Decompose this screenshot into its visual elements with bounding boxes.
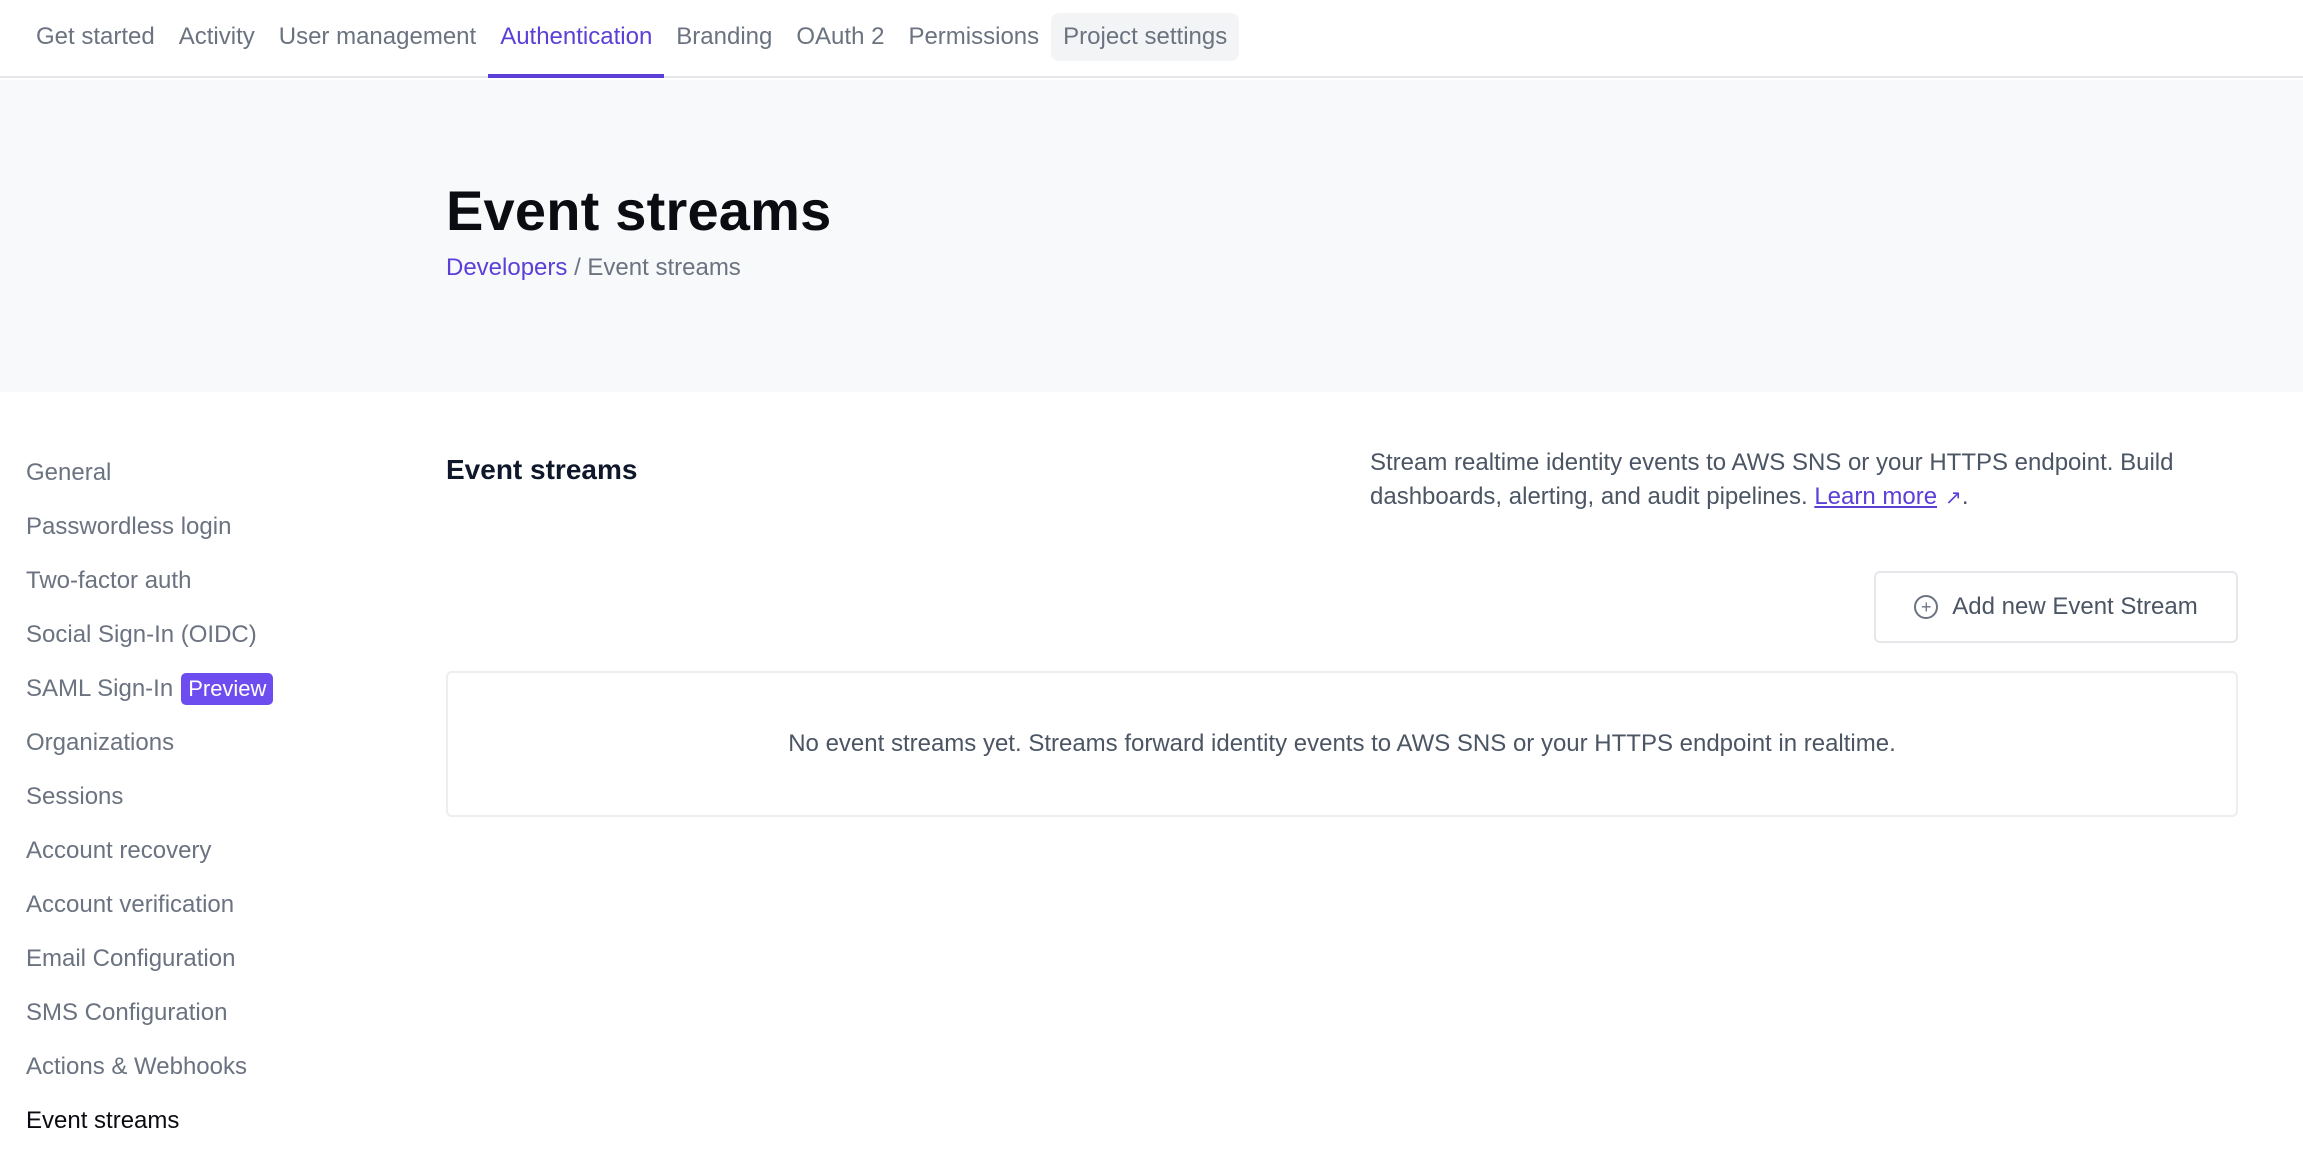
sidebar-item-label: Event streams [26,1107,180,1134]
sidebar-item-social-sign-in[interactable]: Social Sign-In (OIDC) [26,608,326,662]
tab-label: Project settings [1051,13,1240,61]
top-navigation: Get started Activity User management Aut… [0,0,2303,78]
sidebar-item-passwordless-login[interactable]: Passwordless login [26,500,326,554]
learn-more-link[interactable]: Learn more ↗ [1814,483,1962,510]
page-header: Event streams Developers / Event streams [0,80,2303,392]
sidebar-item-label: Organizations [26,729,175,756]
sidebar-item-label: SAML Sign-In [26,675,174,702]
tab-activity[interactable]: Activity [167,0,267,76]
sidebar-item-saml-sign-in[interactable]: SAML Sign-In Preview [26,662,326,716]
sidebar: General Passwordless login Two-factor au… [26,446,326,1148]
tab-label: User management [278,23,477,50]
sidebar-item-account-recovery[interactable]: Account recovery [26,824,326,878]
learn-more-label: Learn more [1814,483,1938,510]
external-link-arrow-icon: ↗ [1945,487,1962,509]
sidebar-item-label: General [26,459,112,486]
breadcrumb: Developers / Event streams [446,254,741,282]
sidebar-item-account-verification[interactable]: Account verification [26,878,326,932]
description-text: Stream realtime identity events to AWS S… [1370,449,2174,510]
tab-label: Activity [178,23,255,50]
sidebar-item-label: Two-factor auth [26,567,192,594]
empty-state-message: No event streams yet. Streams forward id… [788,730,1896,757]
breadcrumb-developers-link[interactable]: Developers [446,254,567,281]
plus-circle-icon: + [1914,595,1939,619]
sidebar-item-label: Email Configuration [26,945,236,972]
sidebar-item-label: Passwordless login [26,513,232,540]
sidebar-item-label: Sessions [26,783,124,810]
section-description: Stream realtime identity events to AWS S… [1370,446,2250,515]
tab-label: Permissions [908,23,1040,50]
tab-branding[interactable]: Branding [664,0,784,76]
section-title: Event streams [446,454,638,485]
sidebar-item-label: SMS Configuration [26,999,228,1026]
add-event-stream-button[interactable]: + Add new Event Stream [1874,571,2238,643]
tab-label: Branding [676,23,773,50]
tab-get-started[interactable]: Get started [24,0,167,76]
sidebar-item-general[interactable]: General [26,446,326,500]
tab-project-settings[interactable]: Project settings [1051,0,1240,76]
sidebar-item-email-configuration[interactable]: Email Configuration [26,932,326,986]
tab-permissions[interactable]: Permissions [896,0,1051,76]
sidebar-item-label: Actions & Webhooks [26,1053,248,1080]
tab-label: Get started [36,23,155,50]
sidebar-item-event-streams[interactable]: Event streams [26,1094,326,1148]
add-button-label: Add new Event Stream [1952,593,2198,620]
sidebar-item-actions-webhooks[interactable]: Actions & Webhooks [26,1040,326,1094]
sidebar-item-label: Social Sign-In (OIDC) [26,621,257,648]
tab-label: OAuth 2 [796,23,885,50]
tab-authentication[interactable]: Authentication [488,0,665,78]
breadcrumb-current: Event streams [587,254,741,281]
sidebar-item-sms-configuration[interactable]: SMS Configuration [26,986,326,1040]
tab-user-management[interactable]: User management [267,0,488,76]
sidebar-item-sessions[interactable]: Sessions [26,770,326,824]
preview-badge: Preview [181,673,274,705]
breadcrumb-separator: / [574,254,581,281]
sidebar-item-label: Account verification [26,891,235,918]
tab-oauth2[interactable]: OAuth 2 [784,0,896,76]
tab-label: Authentication [500,23,653,50]
empty-state: No event streams yet. Streams forward id… [446,671,2238,817]
sidebar-item-organizations[interactable]: Organizations [26,716,326,770]
trailing-period: . [1961,483,1969,510]
sidebar-item-label: Account recovery [26,837,212,864]
sidebar-item-two-factor-auth[interactable]: Two-factor auth [26,554,326,608]
page-title: Event streams [446,179,832,242]
